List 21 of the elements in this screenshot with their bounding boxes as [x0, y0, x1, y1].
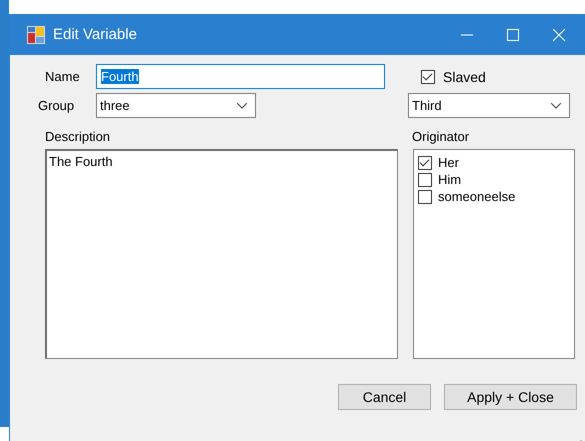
originator-label: Originator [412, 128, 470, 144]
originator-checkbox[interactable]: Him [418, 171, 570, 188]
cancel-button[interactable]: Cancel [338, 384, 431, 410]
caret-icon [237, 102, 247, 108]
dropdown[interactable]: Third [408, 93, 570, 118]
apply-button[interactable]: Apply + Close [444, 384, 577, 410]
description-field[interactable]: The Fourth [45, 149, 398, 359]
name-field[interactable]: Fourth [96, 64, 385, 89]
name-label: Name [45, 69, 81, 84]
window-title: Edit Variable [53, 26, 137, 43]
originator-checkbox[interactable]: Her [418, 154, 570, 171]
caret-icon [551, 102, 561, 108]
close-icon [553, 28, 565, 40]
group-label: Group [38, 98, 76, 113]
originator-checkbox[interactable]: someoneelse [418, 188, 570, 205]
name-value: Fourth [101, 69, 139, 84]
description-label: Description [45, 128, 110, 144]
slaved-checkbox[interactable]: Slaved [421, 68, 486, 84]
app-icon [27, 26, 45, 44]
maximize-icon [507, 28, 519, 40]
group-dropdown[interactable]: three [96, 93, 256, 118]
